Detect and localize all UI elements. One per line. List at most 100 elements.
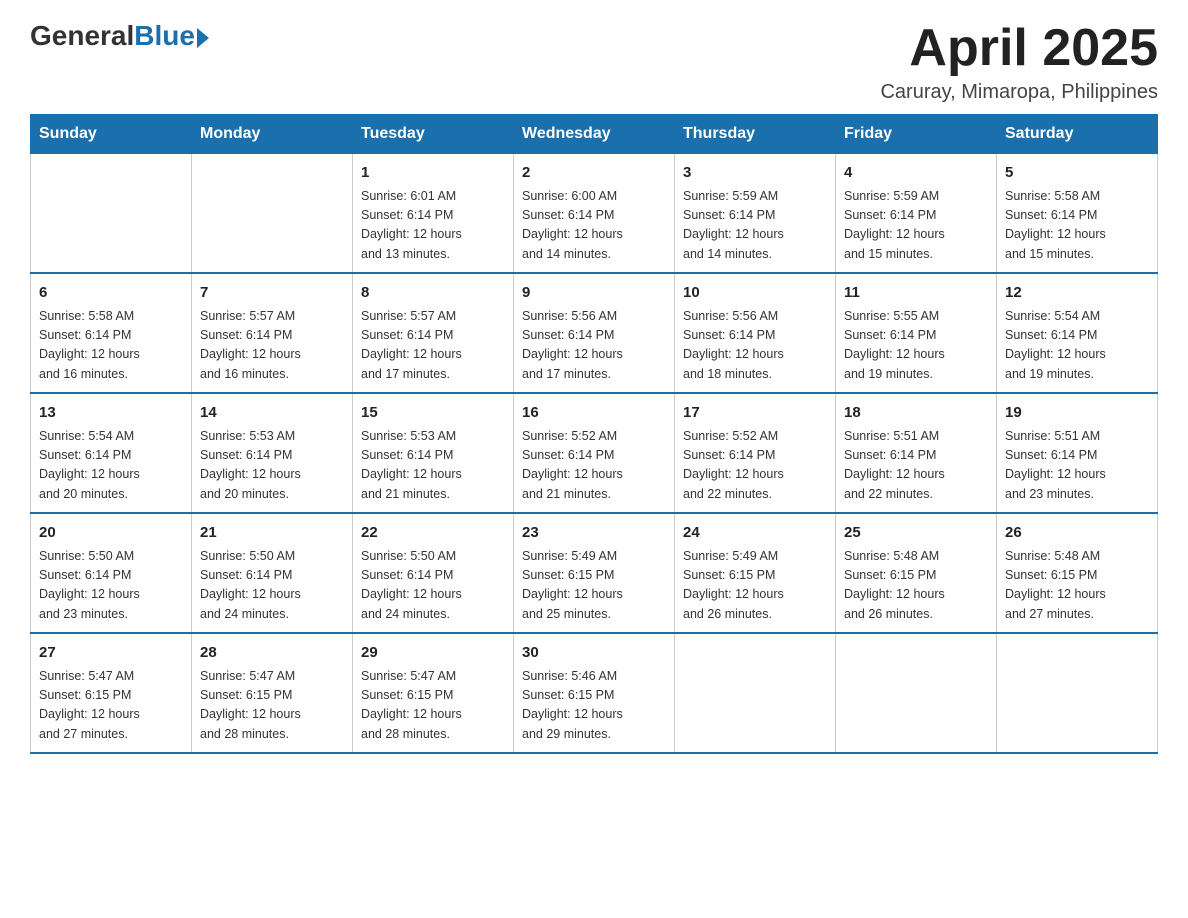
column-header-monday: Monday [192, 115, 353, 154]
day-number: 7 [200, 282, 344, 305]
day-number: 8 [361, 282, 505, 305]
column-header-thursday: Thursday [675, 115, 836, 154]
day-info: Sunrise: 5:58 AM Sunset: 6:14 PM Dayligh… [39, 307, 183, 385]
calendar-cell: 18Sunrise: 5:51 AM Sunset: 6:14 PM Dayli… [836, 393, 997, 513]
day-info: Sunrise: 5:53 AM Sunset: 6:14 PM Dayligh… [200, 427, 344, 505]
day-info: Sunrise: 5:59 AM Sunset: 6:14 PM Dayligh… [683, 187, 827, 265]
calendar-week-row: 6Sunrise: 5:58 AM Sunset: 6:14 PM Daylig… [31, 273, 1158, 393]
column-header-tuesday: Tuesday [353, 115, 514, 154]
day-number: 18 [844, 402, 988, 425]
calendar-cell: 4Sunrise: 5:59 AM Sunset: 6:14 PM Daylig… [836, 154, 997, 274]
calendar-week-row: 1Sunrise: 6:01 AM Sunset: 6:14 PM Daylig… [31, 154, 1158, 274]
calendar-week-row: 13Sunrise: 5:54 AM Sunset: 6:14 PM Dayli… [31, 393, 1158, 513]
day-number: 14 [200, 402, 344, 425]
day-number: 15 [361, 402, 505, 425]
day-number: 9 [522, 282, 666, 305]
calendar-header-row: SundayMondayTuesdayWednesdayThursdayFrid… [31, 115, 1158, 154]
day-number: 27 [39, 642, 183, 665]
day-info: Sunrise: 6:01 AM Sunset: 6:14 PM Dayligh… [361, 187, 505, 265]
logo-blue-text: Blue [134, 20, 195, 52]
calendar-week-row: 27Sunrise: 5:47 AM Sunset: 6:15 PM Dayli… [31, 633, 1158, 753]
calendar-cell: 10Sunrise: 5:56 AM Sunset: 6:14 PM Dayli… [675, 273, 836, 393]
calendar-cell: 23Sunrise: 5:49 AM Sunset: 6:15 PM Dayli… [514, 513, 675, 633]
location-subtitle: Caruray, Mimaropa, Philippines [880, 81, 1158, 104]
day-info: Sunrise: 5:46 AM Sunset: 6:15 PM Dayligh… [522, 667, 666, 745]
calendar-cell: 12Sunrise: 5:54 AM Sunset: 6:14 PM Dayli… [997, 273, 1158, 393]
calendar-cell: 27Sunrise: 5:47 AM Sunset: 6:15 PM Dayli… [31, 633, 192, 753]
calendar-cell [192, 154, 353, 274]
calendar-cell: 7Sunrise: 5:57 AM Sunset: 6:14 PM Daylig… [192, 273, 353, 393]
calendar-cell: 28Sunrise: 5:47 AM Sunset: 6:15 PM Dayli… [192, 633, 353, 753]
day-number: 6 [39, 282, 183, 305]
calendar-cell: 1Sunrise: 6:01 AM Sunset: 6:14 PM Daylig… [353, 154, 514, 274]
day-info: Sunrise: 5:50 AM Sunset: 6:14 PM Dayligh… [39, 547, 183, 625]
day-info: Sunrise: 5:52 AM Sunset: 6:14 PM Dayligh… [683, 427, 827, 505]
day-number: 22 [361, 522, 505, 545]
day-info: Sunrise: 5:54 AM Sunset: 6:14 PM Dayligh… [39, 427, 183, 505]
logo-arrow-icon [197, 28, 209, 48]
day-number: 5 [1005, 162, 1149, 185]
day-number: 11 [844, 282, 988, 305]
calendar-cell: 20Sunrise: 5:50 AM Sunset: 6:14 PM Dayli… [31, 513, 192, 633]
day-info: Sunrise: 5:59 AM Sunset: 6:14 PM Dayligh… [844, 187, 988, 265]
day-info: Sunrise: 5:56 AM Sunset: 6:14 PM Dayligh… [522, 307, 666, 385]
day-info: Sunrise: 5:53 AM Sunset: 6:14 PM Dayligh… [361, 427, 505, 505]
day-number: 16 [522, 402, 666, 425]
calendar-cell [836, 633, 997, 753]
calendar-cell: 15Sunrise: 5:53 AM Sunset: 6:14 PM Dayli… [353, 393, 514, 513]
logo: General Blue [30, 20, 209, 52]
column-header-wednesday: Wednesday [514, 115, 675, 154]
day-info: Sunrise: 5:49 AM Sunset: 6:15 PM Dayligh… [683, 547, 827, 625]
page-header: General Blue April 2025 Caruray, Mimarop… [30, 20, 1158, 104]
day-number: 20 [39, 522, 183, 545]
logo-general-text: General [30, 20, 134, 52]
calendar-week-row: 20Sunrise: 5:50 AM Sunset: 6:14 PM Dayli… [31, 513, 1158, 633]
day-info: Sunrise: 5:57 AM Sunset: 6:14 PM Dayligh… [200, 307, 344, 385]
day-info: Sunrise: 5:58 AM Sunset: 6:14 PM Dayligh… [1005, 187, 1149, 265]
calendar-cell: 19Sunrise: 5:51 AM Sunset: 6:14 PM Dayli… [997, 393, 1158, 513]
calendar-cell: 2Sunrise: 6:00 AM Sunset: 6:14 PM Daylig… [514, 154, 675, 274]
day-number: 2 [522, 162, 666, 185]
day-number: 23 [522, 522, 666, 545]
calendar-cell: 3Sunrise: 5:59 AM Sunset: 6:14 PM Daylig… [675, 154, 836, 274]
day-info: Sunrise: 5:54 AM Sunset: 6:14 PM Dayligh… [1005, 307, 1149, 385]
day-number: 12 [1005, 282, 1149, 305]
day-number: 29 [361, 642, 505, 665]
calendar-cell: 9Sunrise: 5:56 AM Sunset: 6:14 PM Daylig… [514, 273, 675, 393]
calendar-cell: 13Sunrise: 5:54 AM Sunset: 6:14 PM Dayli… [31, 393, 192, 513]
month-title: April 2025 [880, 20, 1158, 77]
day-info: Sunrise: 5:47 AM Sunset: 6:15 PM Dayligh… [39, 667, 183, 745]
calendar-cell: 30Sunrise: 5:46 AM Sunset: 6:15 PM Dayli… [514, 633, 675, 753]
day-number: 19 [1005, 402, 1149, 425]
day-info: Sunrise: 5:51 AM Sunset: 6:14 PM Dayligh… [1005, 427, 1149, 505]
day-number: 21 [200, 522, 344, 545]
day-info: Sunrise: 5:48 AM Sunset: 6:15 PM Dayligh… [1005, 547, 1149, 625]
calendar-cell: 5Sunrise: 5:58 AM Sunset: 6:14 PM Daylig… [997, 154, 1158, 274]
calendar-cell [675, 633, 836, 753]
calendar-cell [31, 154, 192, 274]
calendar-cell: 6Sunrise: 5:58 AM Sunset: 6:14 PM Daylig… [31, 273, 192, 393]
column-header-friday: Friday [836, 115, 997, 154]
day-number: 24 [683, 522, 827, 545]
calendar-cell: 14Sunrise: 5:53 AM Sunset: 6:14 PM Dayli… [192, 393, 353, 513]
day-number: 25 [844, 522, 988, 545]
calendar-cell: 24Sunrise: 5:49 AM Sunset: 6:15 PM Dayli… [675, 513, 836, 633]
day-number: 26 [1005, 522, 1149, 545]
calendar-table: SundayMondayTuesdayWednesdayThursdayFrid… [30, 114, 1158, 754]
day-info: Sunrise: 5:50 AM Sunset: 6:14 PM Dayligh… [361, 547, 505, 625]
day-info: Sunrise: 5:52 AM Sunset: 6:14 PM Dayligh… [522, 427, 666, 505]
calendar-cell: 21Sunrise: 5:50 AM Sunset: 6:14 PM Dayli… [192, 513, 353, 633]
title-section: April 2025 Caruray, Mimaropa, Philippine… [880, 20, 1158, 104]
calendar-cell: 29Sunrise: 5:47 AM Sunset: 6:15 PM Dayli… [353, 633, 514, 753]
day-info: Sunrise: 5:57 AM Sunset: 6:14 PM Dayligh… [361, 307, 505, 385]
calendar-cell: 16Sunrise: 5:52 AM Sunset: 6:14 PM Dayli… [514, 393, 675, 513]
calendar-cell: 22Sunrise: 5:50 AM Sunset: 6:14 PM Dayli… [353, 513, 514, 633]
day-info: Sunrise: 5:50 AM Sunset: 6:14 PM Dayligh… [200, 547, 344, 625]
calendar-cell: 26Sunrise: 5:48 AM Sunset: 6:15 PM Dayli… [997, 513, 1158, 633]
day-info: Sunrise: 5:49 AM Sunset: 6:15 PM Dayligh… [522, 547, 666, 625]
day-info: Sunrise: 5:55 AM Sunset: 6:14 PM Dayligh… [844, 307, 988, 385]
calendar-cell: 8Sunrise: 5:57 AM Sunset: 6:14 PM Daylig… [353, 273, 514, 393]
day-info: Sunrise: 5:48 AM Sunset: 6:15 PM Dayligh… [844, 547, 988, 625]
day-number: 30 [522, 642, 666, 665]
column-header-saturday: Saturday [997, 115, 1158, 154]
